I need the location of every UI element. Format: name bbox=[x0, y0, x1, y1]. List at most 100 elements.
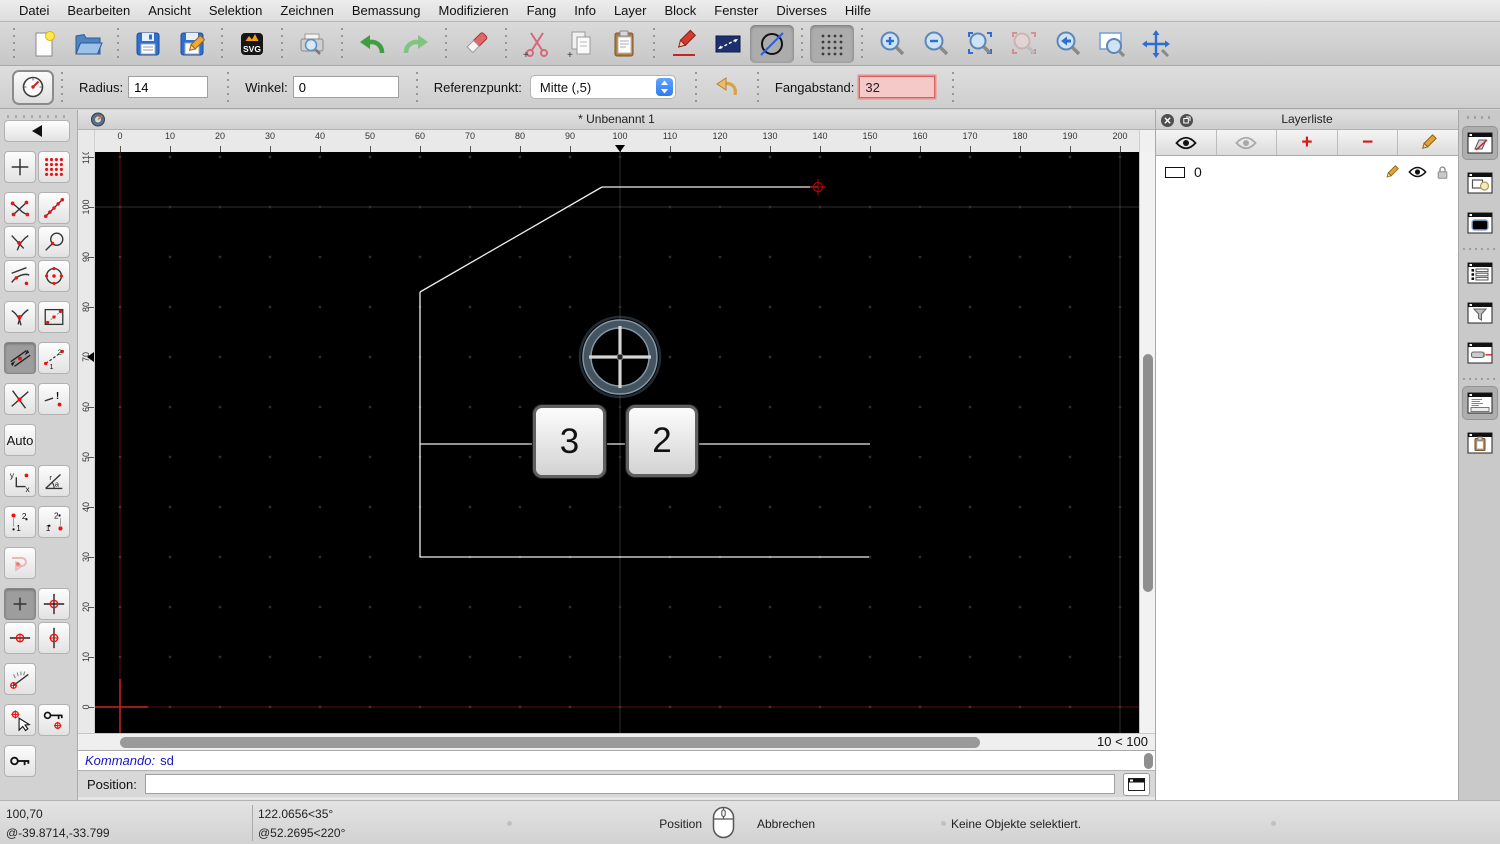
menu-item-bemassung[interactable]: Bemassung bbox=[343, 3, 430, 18]
snap-grid-button[interactable] bbox=[38, 151, 70, 183]
layer-row[interactable]: 0 bbox=[1156, 160, 1458, 184]
layer-list-dock-button[interactable] bbox=[1461, 126, 1498, 160]
cut-button[interactable]: + bbox=[514, 25, 558, 63]
menu-item-diverses[interactable]: Diverses bbox=[767, 3, 836, 18]
drawing-canvas[interactable]: 32 bbox=[95, 152, 1139, 733]
restrict-nothing-button[interactable] bbox=[4, 588, 36, 620]
snap-distance-button[interactable]: 12 bbox=[38, 342, 70, 374]
pan-button[interactable] bbox=[1134, 25, 1178, 63]
command-line-dock-button[interactable] bbox=[1461, 386, 1498, 420]
radius-mode-button[interactable] bbox=[12, 69, 54, 105]
copy-button[interactable]: + bbox=[558, 25, 602, 63]
restrict-horizontal-button[interactable] bbox=[4, 622, 36, 654]
coordinate-polar-button[interactable]: ra bbox=[38, 465, 70, 497]
zoom-previous-button[interactable] bbox=[1046, 25, 1090, 63]
redo-button[interactable] bbox=[394, 25, 438, 63]
restrict-off-button[interactable] bbox=[4, 547, 36, 579]
zoom-auto-button[interactable] bbox=[958, 25, 1002, 63]
snap-on-circle-button[interactable] bbox=[38, 226, 70, 258]
menu-item-zeichnen[interactable]: Zeichnen bbox=[271, 3, 342, 18]
save-button[interactable] bbox=[126, 25, 170, 63]
horizontal-scrollbar[interactable]: 10 < 100 bbox=[78, 733, 1155, 750]
library-browser-dock-button[interactable] bbox=[1462, 206, 1498, 240]
radius-input[interactable] bbox=[128, 76, 209, 98]
panel-drag-handle[interactable] bbox=[6, 115, 71, 118]
menu-item-info[interactable]: Info bbox=[565, 3, 605, 18]
close-panel-button[interactable] bbox=[1161, 113, 1174, 127]
snap-middle-button[interactable] bbox=[4, 342, 36, 374]
remove-layer-button[interactable]: − bbox=[1338, 130, 1399, 155]
menu-item-layer[interactable]: Layer bbox=[605, 3, 656, 18]
restrict-vertical-button[interactable] bbox=[38, 622, 70, 654]
svg-export-button[interactable]: SVG bbox=[230, 25, 274, 63]
open-file-button[interactable] bbox=[66, 25, 110, 63]
menu-item-bearbeiten[interactable]: Bearbeiten bbox=[58, 3, 139, 18]
snap-center-button[interactable] bbox=[38, 260, 70, 292]
snap-points-on-entity-button[interactable] bbox=[38, 192, 70, 224]
vertical-scrollbar-thumb[interactable] bbox=[1142, 354, 1153, 592]
edit-layer-icon[interactable] bbox=[1384, 164, 1399, 180]
detach-panel-button[interactable] bbox=[1180, 113, 1193, 127]
snap-distance-input[interactable] bbox=[859, 76, 936, 98]
undo-button[interactable] bbox=[350, 25, 394, 63]
snap-reference-points-button[interactable] bbox=[38, 301, 70, 333]
menu-item-fenster[interactable]: Fenster bbox=[705, 3, 767, 18]
snap-free-button[interactable] bbox=[4, 151, 36, 183]
snap-endpoints-button[interactable] bbox=[4, 192, 36, 224]
position-input[interactable] bbox=[144, 774, 1115, 794]
layer-visibility-icon[interactable] bbox=[1408, 166, 1427, 178]
circle-tool-button[interactable] bbox=[750, 24, 794, 63]
new-file-button[interactable] bbox=[22, 25, 66, 63]
command-line[interactable]: Kommando: sd bbox=[78, 750, 1155, 770]
layer-lock-icon[interactable] bbox=[1436, 165, 1449, 180]
zoom-in-button[interactable] bbox=[870, 25, 914, 63]
block-list-dock-button[interactable] bbox=[1462, 166, 1498, 200]
snap-manual-button[interactable]: ! bbox=[38, 383, 70, 415]
restrict-orthogonal-button[interactable] bbox=[38, 588, 70, 620]
save-as-button[interactable] bbox=[170, 25, 214, 63]
snap-intersection-x-button[interactable] bbox=[4, 383, 36, 415]
hide-all-layers-button[interactable] bbox=[1217, 130, 1278, 155]
layer-color-swatch[interactable] bbox=[1165, 166, 1185, 178]
angle-input[interactable] bbox=[292, 76, 399, 98]
vertical-scrollbar[interactable] bbox=[1139, 152, 1155, 733]
menu-item-modifizieren[interactable]: Modifizieren bbox=[430, 3, 518, 18]
snap-intersection-manual-button[interactable] bbox=[4, 301, 36, 333]
menu-item-selektion[interactable]: Selektion bbox=[200, 3, 271, 18]
menu-item-hilfe[interactable]: Hilfe bbox=[836, 3, 880, 18]
clipboard-dock-button[interactable] bbox=[1462, 426, 1498, 460]
zoom-window-button[interactable] bbox=[1090, 25, 1134, 63]
set-relative-zero-button[interactable] bbox=[4, 704, 36, 736]
restore-defaults-button[interactable] bbox=[708, 71, 746, 103]
dock-drag-handle[interactable] bbox=[1466, 116, 1493, 119]
add-layer-button[interactable]: + bbox=[1277, 130, 1338, 155]
snap-intersection-button[interactable] bbox=[4, 226, 36, 258]
menu-item-datei[interactable]: Datei bbox=[10, 3, 58, 18]
selection-filter-dock-button[interactable] bbox=[1462, 296, 1498, 330]
command-panel-toggle-button[interactable] bbox=[1123, 772, 1150, 796]
property-editor-dock-button[interactable] bbox=[1462, 256, 1498, 290]
menu-item-fang[interactable]: Fang bbox=[518, 3, 566, 18]
reference-point-select[interactable]: Mitte (,5) bbox=[529, 75, 676, 99]
restrict-angle-button[interactable] bbox=[4, 663, 36, 695]
relative-point-1-button[interactable]: 12 bbox=[4, 506, 36, 538]
print-preview-button[interactable] bbox=[290, 25, 334, 63]
coordinate-cartesian-button[interactable]: yx bbox=[4, 465, 36, 497]
edit-layer-button[interactable] bbox=[1398, 130, 1458, 155]
dimension-button[interactable] bbox=[706, 25, 750, 63]
measurement-tool-dock-button[interactable] bbox=[1462, 336, 1498, 370]
snap-auto-button[interactable]: Auto bbox=[4, 424, 36, 456]
lock-snap-button[interactable] bbox=[4, 745, 36, 777]
back-button[interactable] bbox=[4, 120, 70, 142]
lock-relative-zero-button[interactable] bbox=[38, 704, 70, 736]
command-scrollbar-thumb[interactable] bbox=[1144, 753, 1153, 769]
zoom-out-button[interactable] bbox=[914, 25, 958, 63]
show-all-layers-button[interactable] bbox=[1156, 130, 1217, 155]
paste-button[interactable] bbox=[602, 25, 646, 63]
menu-item-block[interactable]: Block bbox=[655, 3, 705, 18]
snap-tangent-button[interactable] bbox=[4, 260, 36, 292]
menu-item-ansicht[interactable]: Ansicht bbox=[139, 3, 200, 18]
grid-toggle-button[interactable] bbox=[810, 24, 854, 63]
relative-point-2-button[interactable]: 12 bbox=[38, 506, 70, 538]
delete-button[interactable] bbox=[454, 25, 498, 63]
